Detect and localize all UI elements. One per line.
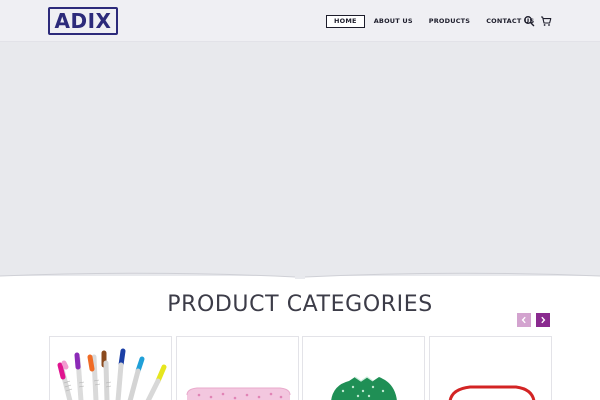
site-logo[interactable]: ADIX: [48, 7, 118, 35]
search-icon[interactable]: [523, 15, 535, 27]
nav-item-products[interactable]: PRODUCTS: [429, 15, 470, 28]
cart-icon[interactable]: [540, 15, 552, 27]
green-item-image: [331, 376, 397, 400]
product-categories-title: PRODUCT CATEGORIES: [167, 292, 433, 317]
pink-case-image: [186, 387, 291, 400]
nav-item-about-us[interactable]: ABOUT US: [374, 15, 413, 28]
carousel-next-button[interactable]: [536, 313, 550, 327]
red-item-image: [448, 385, 536, 400]
logo-text: ADIX: [54, 9, 112, 33]
carousel-prev-button[interactable]: [517, 313, 531, 327]
nav-item-home[interactable]: HOME: [326, 14, 365, 28]
category-card[interactable]: [49, 336, 172, 400]
chevron-left-icon: [521, 316, 526, 324]
hero-divider-curve: [0, 270, 600, 279]
chevron-right-icon: [541, 316, 546, 324]
category-card[interactable]: [302, 336, 425, 400]
category-carousel: [49, 336, 552, 400]
hero-banner: [0, 42, 600, 276]
category-card[interactable]: [429, 336, 552, 400]
marker-pens-image: [57, 348, 167, 400]
category-card[interactable]: [176, 336, 299, 400]
site-header: ADIX HOME ABOUT US PRODUCTS CONTACT US: [0, 0, 600, 42]
main-nav: HOME ABOUT US PRODUCTS CONTACT US: [326, 14, 534, 28]
